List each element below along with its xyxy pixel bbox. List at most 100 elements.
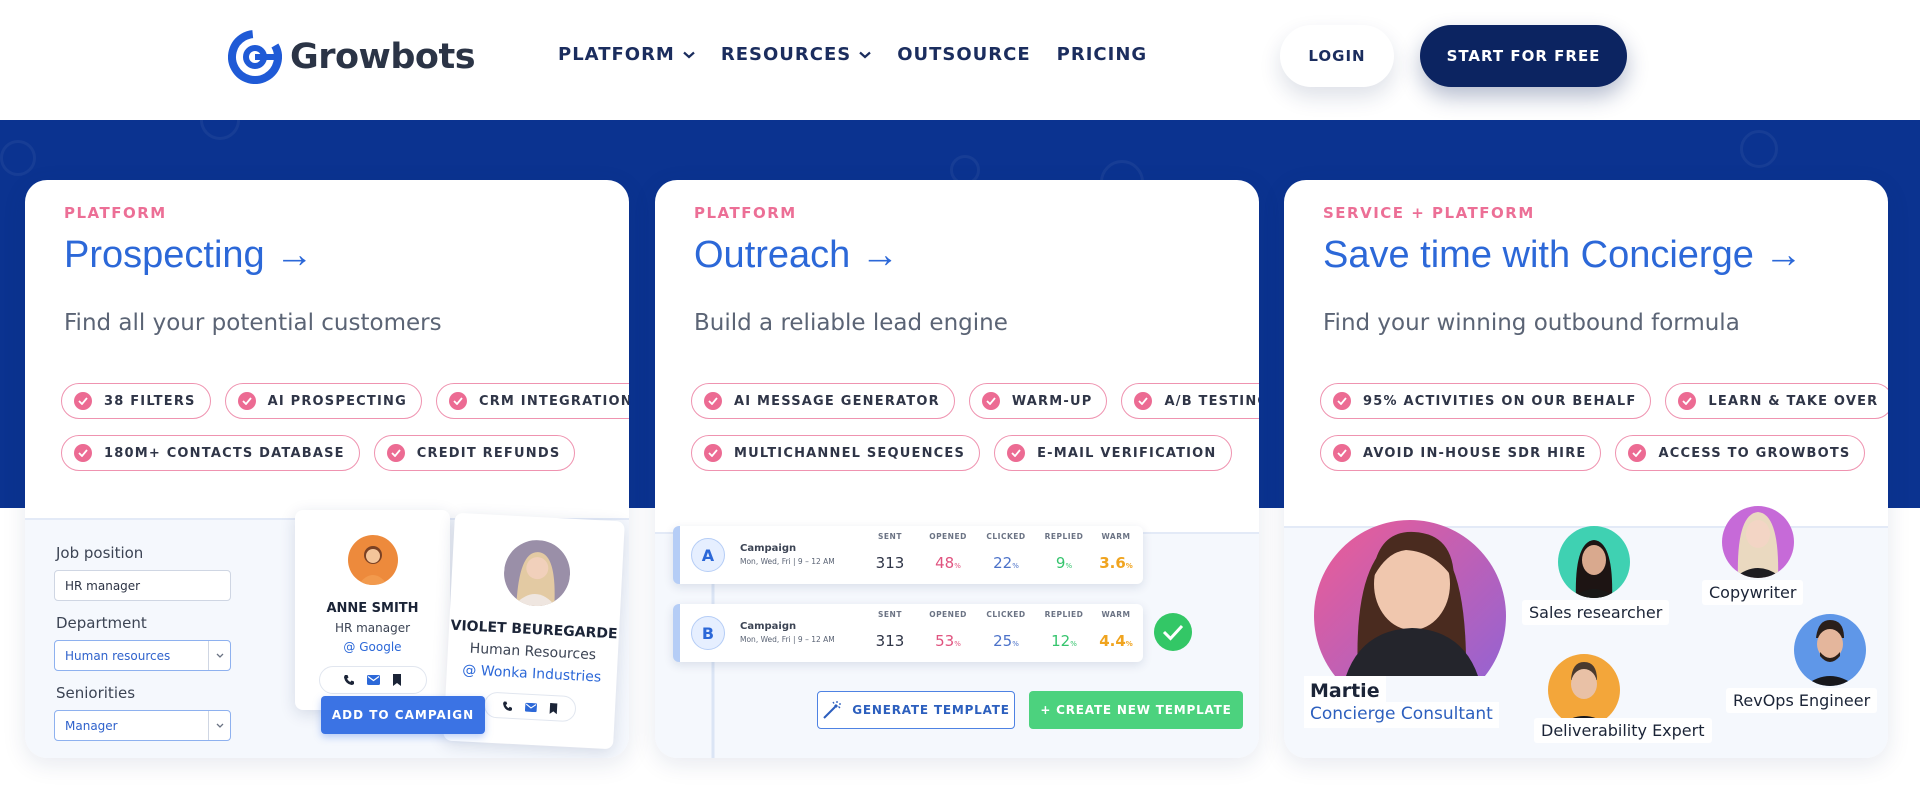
phone-icon[interactable] (502, 700, 514, 712)
generate-template-button[interactable]: GENERATE TEMPLATE (817, 691, 1015, 729)
phone-icon[interactable] (343, 674, 355, 686)
feature-chip: E-MAIL VERIFICATION (994, 435, 1232, 471)
check-icon (237, 392, 256, 410)
outreach-title-link[interactable]: Outreach → (694, 234, 899, 277)
chip-label: AVOID IN-HOUSE SDR HIRE (1363, 445, 1587, 461)
feature-chip: A/B TESTING (1121, 383, 1259, 419)
role-sales-researcher: Sales researcher (1522, 600, 1670, 625)
chevron-down-icon (683, 51, 695, 58)
brand-logo[interactable]: Growbots (228, 30, 476, 84)
site-header: Growbots PLATFORM RESOURCES OUTSOURCE PR… (0, 0, 1920, 120)
bookmark-icon[interactable] (549, 702, 559, 714)
bookmark-icon[interactable] (392, 674, 402, 686)
seniorities-label: Seniorities (56, 684, 136, 702)
nav-platform[interactable]: PLATFORM (558, 44, 695, 65)
add-to-campaign-button[interactable]: ADD TO CAMPAIGN (321, 696, 485, 734)
check-icon (1134, 392, 1153, 410)
stat-replied: REPLIED 12% (1044, 610, 1084, 650)
avatar (347, 535, 398, 585)
card-subtitle: Find all your potential customers (64, 310, 442, 336)
login-button[interactable]: LOGIN (1280, 25, 1394, 87)
campaign-name: Campaign (740, 543, 797, 554)
check-icon (386, 444, 405, 462)
stat-clicked: CLICKED 25% (986, 610, 1026, 650)
start-for-free-button[interactable]: START FOR FREE (1420, 25, 1627, 87)
contact-role: Human Resources (469, 640, 597, 664)
nav-resources-label: RESOURCES (720, 44, 852, 65)
main-nav: PLATFORM RESOURCES OUTSOURCE PRICING (558, 44, 1173, 65)
job-position-input[interactable]: HR manager (54, 570, 231, 601)
card-eyebrow: SERVICE + PLATFORM (1323, 204, 1535, 222)
feature-chip: 95% ACTIVITIES ON OUR BEHALF (1320, 383, 1652, 419)
chip-label: A/B TESTING (1164, 393, 1259, 409)
feature-chip: AI PROSPECTING (224, 383, 422, 419)
nav-resources[interactable]: RESOURCES (721, 44, 871, 65)
seniorities-select[interactable]: Manager (54, 710, 231, 741)
chip-label: AI PROSPECTING (267, 393, 407, 409)
department-select[interactable]: Human resources (54, 640, 231, 671)
contact-card-anne[interactable]: ANNE SMITH HR manager @ Google (295, 510, 450, 710)
chip-label: WARM-UP (1011, 393, 1093, 409)
chip-label: 180M+ CONTACTS DATABASE (104, 445, 345, 461)
nav-pricing[interactable]: PRICING (1057, 44, 1148, 65)
job-position-label: Job position (56, 544, 144, 562)
role-revops-engineer: RevOps Engineer (1726, 688, 1878, 713)
department-value: Human resources (65, 648, 171, 663)
card-subtitle: Find your winning outbound formula (1323, 310, 1740, 336)
feature-chip: AI MESSAGE GENERATOR (691, 383, 955, 419)
stat-sent: SENT 313 (875, 532, 905, 572)
growbots-logo-icon (228, 30, 282, 84)
feature-chips: AI MESSAGE GENERATOR WARM-UP A/B TESTING… (691, 383, 1259, 487)
martie-name: Martie (1304, 676, 1386, 702)
sales-researcher-avatar (1558, 526, 1630, 598)
create-new-template-button[interactable]: + CREATE NEW TEMPLATE (1029, 691, 1243, 729)
stat-warm: WARM 4.4% (1099, 610, 1133, 650)
generate-template-label: GENERATE TEMPLATE (852, 703, 1010, 717)
chip-label: LEARN & TAKE OVER (1708, 393, 1879, 409)
revops-engineer-avatar (1794, 614, 1866, 686)
campaign-row-b[interactable]: B Campaign Mon, Wed, Fri | 9 – 12 AM SEN… (673, 604, 1143, 662)
check-icon (1333, 444, 1351, 462)
campaign-letter: A (691, 538, 725, 572)
check-icon (74, 392, 92, 410)
martie-portrait (1314, 520, 1506, 676)
check-icon (74, 444, 92, 462)
concierge-card[interactable]: SERVICE + PLATFORM Save time with Concie… (1284, 180, 1888, 758)
prospecting-title-link[interactable]: Prospecting → (64, 234, 313, 277)
stat-opened: OPENED 48% (929, 532, 967, 572)
chevron-down-icon (208, 641, 230, 670)
check-icon (1333, 392, 1351, 410)
job-position-value: HR manager (65, 578, 141, 593)
feature-chip: CRM INTEGRATIONS (435, 383, 629, 419)
contact-name: ANNE SMITH (326, 601, 419, 616)
brand-name: Growbots (290, 37, 476, 77)
check-icon (1628, 444, 1647, 462)
contact-actions (318, 666, 427, 694)
seniorities-value: Manager (65, 718, 118, 733)
feature-chip: ACCESS TO GROWBOTS (1615, 435, 1866, 471)
contact-company: @ Google (343, 640, 402, 654)
chip-label: CRM INTEGRATIONS (478, 393, 629, 409)
feature-chips: 38 FILTERS AI PROSPECTING CRM INTEGRATIO… (61, 383, 629, 487)
nav-outsource[interactable]: OUTSOURCE (897, 44, 1030, 65)
chip-label: CREDIT REFUNDS (416, 445, 561, 461)
outreach-card[interactable]: PLATFORM Outreach → Build a reliable lea… (655, 180, 1259, 758)
stat-warm: WARM 3.6% (1099, 532, 1133, 572)
check-icon (704, 392, 722, 410)
campaign-row-a[interactable]: A Campaign Mon, Wed, Fri | 9 – 12 AM SEN… (673, 526, 1143, 584)
contact-actions (483, 691, 577, 723)
prospecting-card[interactable]: PLATFORM Prospecting → Find all your pot… (25, 180, 629, 758)
chevron-down-icon (208, 711, 230, 740)
concierge-title-link[interactable]: Save time with Concierge → (1323, 234, 1802, 277)
email-icon[interactable] (525, 702, 538, 712)
chip-label: 38 FILTERS (104, 393, 196, 409)
decorative-circle (0, 140, 36, 176)
email-icon[interactable] (367, 675, 380, 685)
campaign-name: Campaign (740, 621, 797, 632)
stat-clicked: CLICKED 22% (986, 532, 1026, 572)
contact-role: HR manager (334, 621, 411, 635)
chip-label: E-MAIL VERIFICATION (1037, 445, 1217, 461)
copywriter-avatar (1722, 506, 1794, 578)
feature-chip: LEARN & TAKE OVER (1665, 383, 1888, 419)
card-eyebrow: PLATFORM (694, 204, 797, 222)
